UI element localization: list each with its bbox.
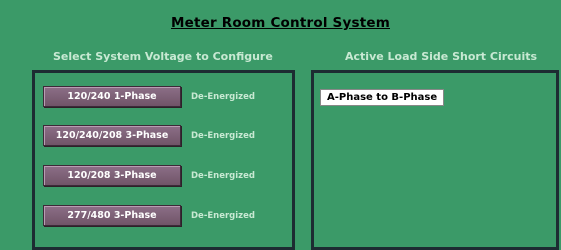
voltage-status-120-240-208-3ph: De-Energized (191, 131, 255, 141)
voltage-button-120-208-3ph[interactable]: 120/208 3-Phase (43, 165, 181, 186)
short-circuits-section-label: Active Load Side Short Circuits (345, 50, 538, 63)
voltage-status-120-240-1ph: De-Energized (191, 92, 255, 102)
voltage-status-277-480-3ph: De-Energized (191, 211, 255, 221)
short-circuits-panel: A-Phase to B-Phase (311, 70, 559, 250)
voltage-button-277-480-3ph[interactable]: 277/480 3-Phase (43, 205, 181, 226)
voltage-panel: 120/240 1-Phase De-Energized 120/240/208… (32, 70, 295, 250)
voltage-button-120-240-208-3ph[interactable]: 120/240/208 3-Phase (43, 125, 181, 146)
short-circuit-item[interactable]: A-Phase to B-Phase (320, 89, 445, 106)
voltage-section-label: Select System Voltage to Configure (53, 50, 273, 63)
voltage-status-120-208-3ph: De-Energized (191, 171, 255, 181)
voltage-button-120-240-1ph[interactable]: 120/240 1-Phase (43, 86, 181, 107)
page-title: Meter Room Control System (170, 15, 390, 31)
